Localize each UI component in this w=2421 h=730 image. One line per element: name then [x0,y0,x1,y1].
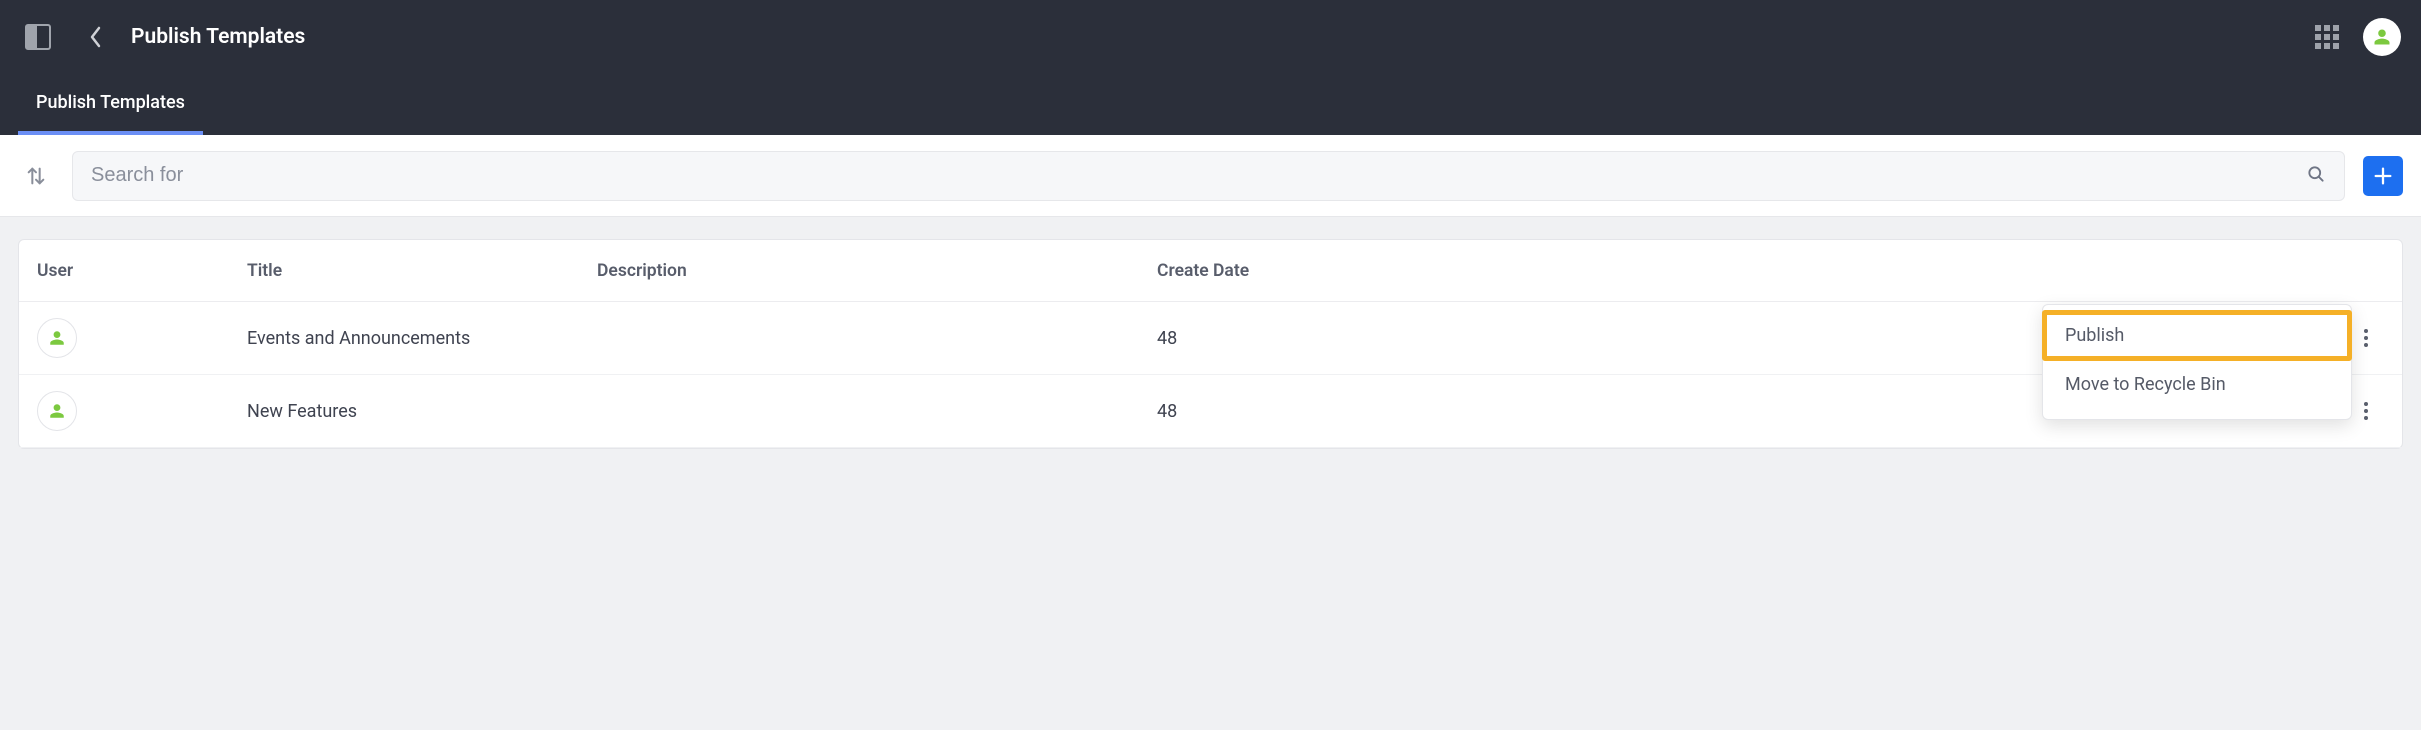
table-header: User Title Description Create Date [19,240,2402,302]
user-avatar[interactable] [2363,18,2401,56]
row-user-avatar [37,318,77,358]
chevron-left-icon [89,26,103,48]
menu-item-recycle[interactable]: Move to Recycle Bin [2043,360,2351,409]
apps-button[interactable] [2309,19,2345,55]
sort-icon [25,165,47,187]
panel-toggle-icon[interactable] [25,24,51,50]
add-button[interactable] [2363,156,2403,196]
sort-button[interactable] [18,158,54,194]
row-title: New Features [247,401,597,422]
col-title[interactable]: Title [247,261,597,281]
col-create-date[interactable]: Create Date [1157,261,2324,281]
back-button[interactable] [81,22,111,52]
col-description[interactable]: Description [597,261,1157,281]
search-input[interactable] [91,164,2306,187]
kebab-icon [2363,328,2369,348]
row-actions-button[interactable] [2348,393,2384,429]
search-field-wrap [72,151,2345,201]
tab-bar: Publish Templates [0,73,2421,135]
person-icon [2372,27,2392,47]
page-title: Publish Templates [131,25,305,49]
templates-table: User Title Description Create Date Event… [18,239,2403,449]
apps-grid-icon [2315,25,2339,49]
kebab-icon [2363,401,2369,421]
tab-publish-templates[interactable]: Publish Templates [18,92,203,135]
row-user-avatar [37,391,77,431]
menu-item-publish[interactable]: Publish [2043,311,2351,360]
app-header: Publish Templates [0,0,2421,73]
row-actions-menu: Publish Move to Recycle Bin [2042,304,2352,420]
col-user[interactable]: User [37,261,247,281]
search-icon[interactable] [2306,164,2326,188]
toolbar [0,135,2421,217]
content-area: User Title Description Create Date Event… [0,217,2421,471]
row-title: Events and Announcements [247,328,597,349]
person-icon [48,402,66,420]
plus-icon [2372,165,2394,187]
person-icon [48,329,66,347]
row-actions-button[interactable] [2348,320,2384,356]
